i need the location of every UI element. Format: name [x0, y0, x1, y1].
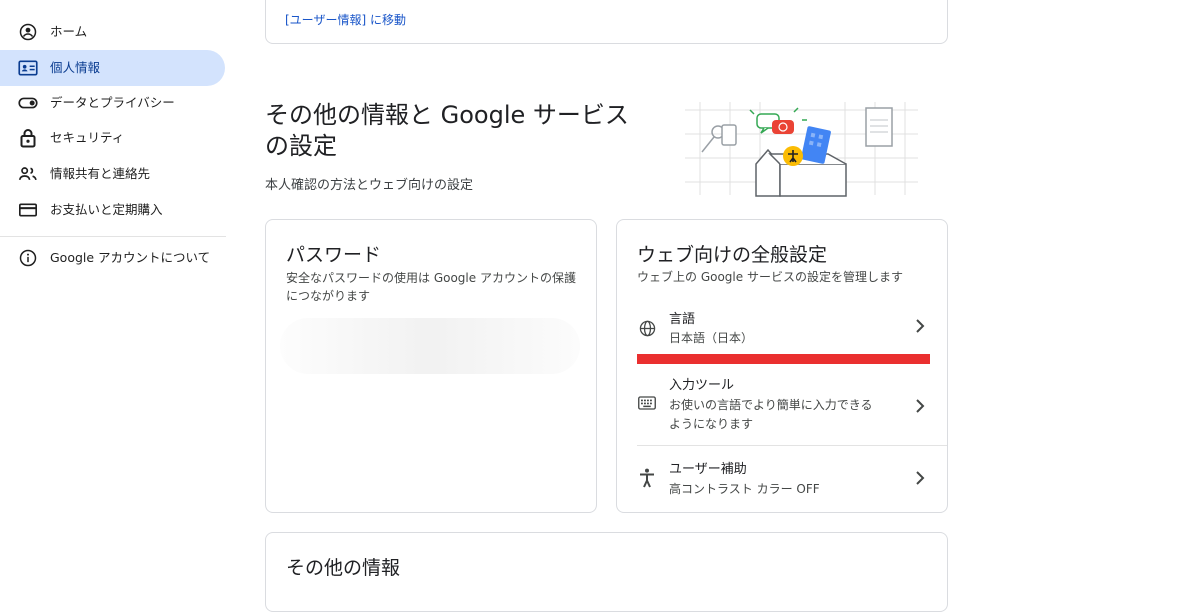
password-card-title: パスワード	[286, 244, 382, 266]
sidebar-item-label: Google アカウントについて	[50, 250, 211, 265]
chevron-right-icon	[912, 398, 928, 414]
accessibility-row[interactable]: ユーザー補助 高コントラスト カラー OFF	[617, 446, 948, 512]
settings-illustration	[680, 100, 925, 200]
chevron-right-icon	[912, 470, 928, 486]
sidebar-item-personal-info[interactable]: 個人情報	[0, 50, 225, 86]
sidebar-item-security[interactable]: セキュリティ	[0, 120, 225, 156]
people-icon	[18, 164, 38, 184]
section-title: その他の情報と Google サービスの設定	[265, 101, 629, 160]
go-to-personal-info-link[interactable]: [ユーザー情報] に移動	[285, 11, 406, 28]
sidebar-item-label: お支払いと定期購入	[50, 202, 163, 217]
highlight-bar	[637, 354, 930, 364]
lock-icon	[18, 128, 38, 148]
accessibility-row-title: ユーザー補助	[669, 462, 747, 477]
sidebar-item-label: セキュリティ	[50, 130, 125, 145]
id-card-icon	[18, 58, 38, 78]
info-icon	[18, 248, 38, 268]
other-info-card-title: その他の情報	[286, 557, 401, 579]
sidebar-nav: ホーム 個人情報 データとプライバシー セキュリティ 情報共有と連絡先 お支払い…	[0, 0, 232, 584]
sidebar-item-payments[interactable]: お支払いと定期購入	[0, 192, 225, 228]
chevron-right-icon	[912, 318, 928, 334]
web-settings-card-description: ウェブ上の Google サービスの設定を管理します	[637, 270, 903, 284]
input-tools-row[interactable]: 入力ツール お使いの言語でより簡単に入力できるようになります	[617, 364, 948, 446]
accessibility-icon	[637, 468, 657, 488]
password-status-placeholder	[280, 318, 580, 374]
sidebar-item-sharing[interactable]: 情報共有と連絡先	[0, 156, 225, 192]
sidebar-item-label: ホーム	[50, 24, 88, 39]
input-tools-row-value: お使いの言語でより簡単に入力できるようになります	[669, 398, 873, 431]
sidebar-divider	[0, 236, 226, 237]
other-info-card[interactable]: その他の情報	[265, 532, 948, 612]
accessibility-row-value: 高コントラスト カラー OFF	[669, 482, 820, 496]
credit-card-icon	[18, 200, 38, 220]
sidebar-item-label: 個人情報	[50, 60, 101, 75]
web-settings-card-title: ウェブ向けの全般設定	[637, 244, 828, 266]
section-subtitle: 本人確認の方法とウェブ向けの設定	[265, 178, 474, 193]
sidebar-item-label: 情報共有と連絡先	[50, 166, 151, 181]
sidebar-item-home[interactable]: ホーム	[0, 14, 225, 50]
sidebar-item-data-privacy[interactable]: データとプライバシー	[0, 85, 225, 121]
language-row-title: 言語	[669, 312, 696, 327]
sidebar-item-label: データとプライバシー	[50, 95, 175, 110]
toggle-icon	[18, 93, 38, 113]
web-settings-card: ウェブ向けの全般設定 ウェブ上の Google サービスの設定を管理します 言語…	[616, 219, 948, 513]
language-row-value: 日本語（日本）	[669, 331, 754, 345]
password-card-description: 安全なパスワードの使用は Google アカウントの保護につながります	[286, 271, 576, 303]
sidebar-item-about[interactable]: Google アカウントについて	[0, 240, 225, 276]
input-tools-row-title: 入力ツール	[669, 378, 735, 393]
personal-info-link-card: [ユーザー情報] に移動	[265, 0, 948, 44]
globe-icon	[637, 318, 657, 338]
account-circle-icon	[18, 22, 38, 42]
keyboard-icon	[637, 393, 657, 413]
